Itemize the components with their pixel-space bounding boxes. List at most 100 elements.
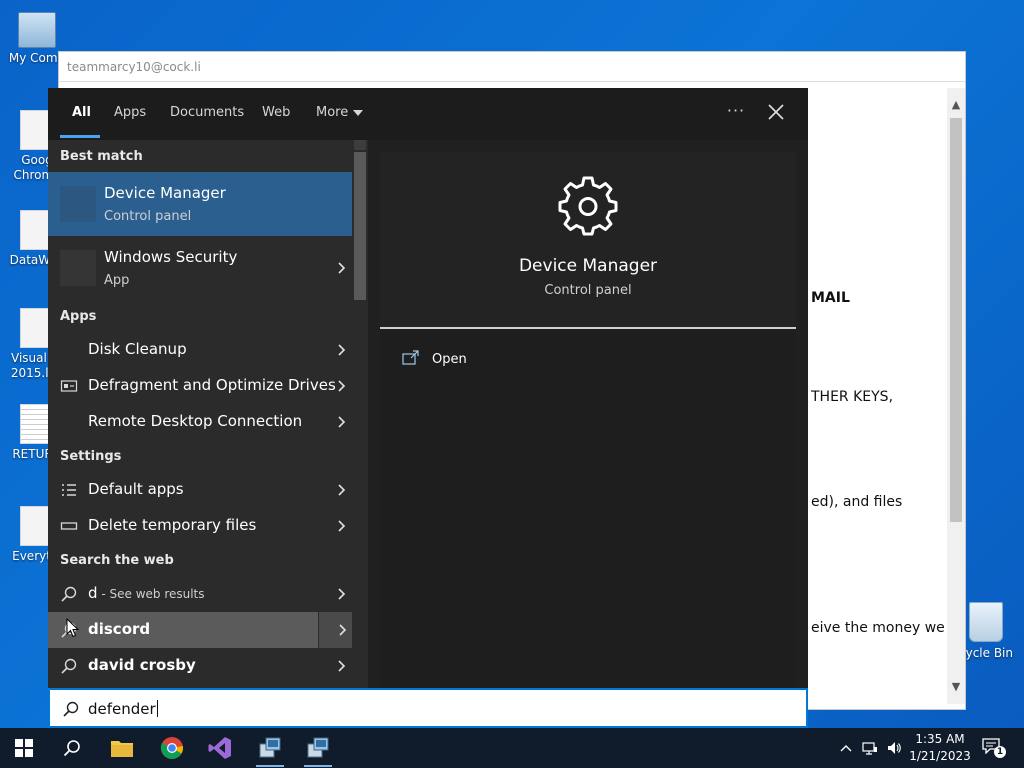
- chevron-right-icon[interactable]: [336, 588, 348, 600]
- search-icon: [63, 701, 79, 717]
- results-scrollbar[interactable]: [352, 140, 368, 300]
- result-title: Defragment and Optimize Drives: [88, 376, 336, 394]
- chevron-right-icon[interactable]: [336, 344, 348, 356]
- tab-more-label: More: [316, 105, 349, 120]
- ellipsis-icon[interactable]: ···: [724, 101, 748, 125]
- scroll-down-icon[interactable]: ▼: [949, 680, 963, 694]
- recycle-bin-icon: [969, 602, 1003, 642]
- chrome-icon: [160, 737, 183, 759]
- expand-button[interactable]: [318, 612, 352, 648]
- scrollbar-thumb[interactable]: [354, 152, 366, 300]
- result-detail-pane: Device Manager Control panel Open: [380, 152, 796, 688]
- notification-badge: 1: [994, 746, 1006, 758]
- web-term: discord: [88, 620, 151, 638]
- chevron-right-icon[interactable]: [336, 484, 348, 496]
- page-text: eive the money we: [811, 620, 945, 636]
- result-title: Device Manager: [104, 184, 226, 202]
- setup-icon: [307, 737, 329, 758]
- tab-web[interactable]: Web: [262, 105, 290, 120]
- web-term: d: [88, 584, 98, 602]
- scroll-up-icon[interactable]: ▲: [949, 98, 963, 112]
- taskbar-search-button[interactable]: [48, 728, 96, 768]
- chevron-right-icon[interactable]: [336, 520, 348, 532]
- mouse-cursor-icon: [66, 618, 80, 638]
- web-term: david crosby: [88, 656, 196, 674]
- open-action-label: Open: [432, 352, 467, 367]
- page-text: ed), and files: [811, 494, 903, 510]
- result-title: Disk Cleanup: [88, 340, 187, 358]
- taskbar-app-2[interactable]: [294, 728, 342, 768]
- result-remote-desktop[interactable]: Remote Desktop Connection: [48, 404, 352, 440]
- detail-divider: [380, 327, 796, 329]
- chevron-right-icon[interactable]: [336, 380, 348, 392]
- network-icon[interactable]: [862, 740, 878, 756]
- detail-title: Device Manager: [518, 256, 658, 276]
- close-icon[interactable]: [764, 100, 788, 124]
- result-windows-security[interactable]: Windows Security App: [48, 236, 352, 300]
- scrollbar-thumb[interactable]: [950, 118, 962, 522]
- result-default-apps[interactable]: Default apps: [48, 472, 352, 508]
- open-action[interactable]: Open: [400, 346, 600, 374]
- result-web-discord[interactable]: discord: [48, 612, 352, 648]
- volume-icon[interactable]: [886, 740, 902, 756]
- result-title: Windows Security: [104, 248, 238, 266]
- text-caret: [156, 700, 158, 717]
- search-icon: [61, 586, 77, 602]
- device-manager-icon: [60, 186, 96, 222]
- detail-subtitle: Control panel: [544, 283, 632, 298]
- start-search-panel: All Apps Documents Web More ··· Best mat…: [48, 88, 808, 688]
- section-apps: Apps: [60, 309, 97, 324]
- action-center-button[interactable]: 1: [982, 738, 1006, 758]
- taskbar-clock[interactable]: 1:35 AM 1/21/2023: [908, 731, 972, 765]
- chevron-right-icon[interactable]: [336, 660, 348, 672]
- section-best-match: Best match: [60, 149, 143, 164]
- section-settings: Settings: [60, 449, 122, 464]
- result-disk-cleanup[interactable]: Disk Cleanup: [48, 332, 352, 368]
- chevron-right-icon: [339, 624, 347, 636]
- web-result-label: d - See web results: [88, 584, 205, 602]
- desktop-icon-label: cycle Bin: [959, 646, 1013, 660]
- tab-all[interactable]: All: [72, 105, 91, 120]
- scroll-up-cap[interactable]: [354, 140, 366, 150]
- result-device-manager[interactable]: Device Manager Control panel: [48, 172, 352, 236]
- computer-icon: [18, 12, 56, 48]
- folder-icon: [111, 741, 133, 757]
- taskbar-file-explorer[interactable]: [98, 728, 146, 768]
- taskbar-chrome[interactable]: [148, 728, 196, 768]
- defrag-drive-icon: [60, 380, 78, 392]
- result-delete-temp-files[interactable]: Delete temporary files: [48, 508, 352, 544]
- setup-icon: [259, 737, 281, 758]
- search-icon: [63, 740, 80, 757]
- taskbar: 1:35 AM 1/21/2023 1: [0, 728, 1024, 768]
- chevron-right-icon[interactable]: [336, 416, 348, 428]
- result-web-david-crosby[interactable]: david crosby: [48, 648, 352, 684]
- tab-documents[interactable]: Documents: [170, 105, 244, 120]
- address-bar[interactable]: teammarcy10@cock.li: [59, 52, 965, 82]
- chevron-right-icon[interactable]: [336, 262, 348, 274]
- result-defragment[interactable]: Defragment and Optimize Drives: [48, 368, 352, 404]
- visual-studio-icon: [208, 737, 231, 759]
- result-title: Default apps: [88, 480, 184, 498]
- gear-icon: [558, 176, 618, 236]
- taskbar-visual-studio[interactable]: [196, 728, 244, 768]
- tab-more[interactable]: More: [316, 105, 364, 120]
- section-search-web: Search the web: [60, 553, 174, 568]
- result-web-d[interactable]: d - See web results: [48, 576, 352, 612]
- start-button[interactable]: [0, 728, 48, 768]
- windows-logo-icon: [15, 739, 33, 757]
- storage-icon: [60, 522, 78, 530]
- tab-apps[interactable]: Apps: [114, 105, 146, 120]
- clock-time: 1:35 AM: [915, 732, 965, 746]
- result-title: Delete temporary files: [88, 516, 257, 534]
- chevron-up-icon[interactable]: [838, 740, 854, 756]
- taskbar-app-1[interactable]: [246, 728, 294, 768]
- page-text: MAIL: [811, 290, 850, 306]
- clock-date: 1/21/2023: [909, 749, 971, 763]
- search-tabs: All Apps Documents Web More ···: [48, 88, 808, 140]
- list-settings-icon: [62, 484, 76, 496]
- search-query: defender: [88, 700, 158, 718]
- page-scrollbar[interactable]: ▲ ▼: [947, 88, 965, 704]
- search-input[interactable]: defender: [48, 688, 808, 728]
- windows-security-icon: [60, 250, 96, 286]
- open-icon: [402, 350, 419, 365]
